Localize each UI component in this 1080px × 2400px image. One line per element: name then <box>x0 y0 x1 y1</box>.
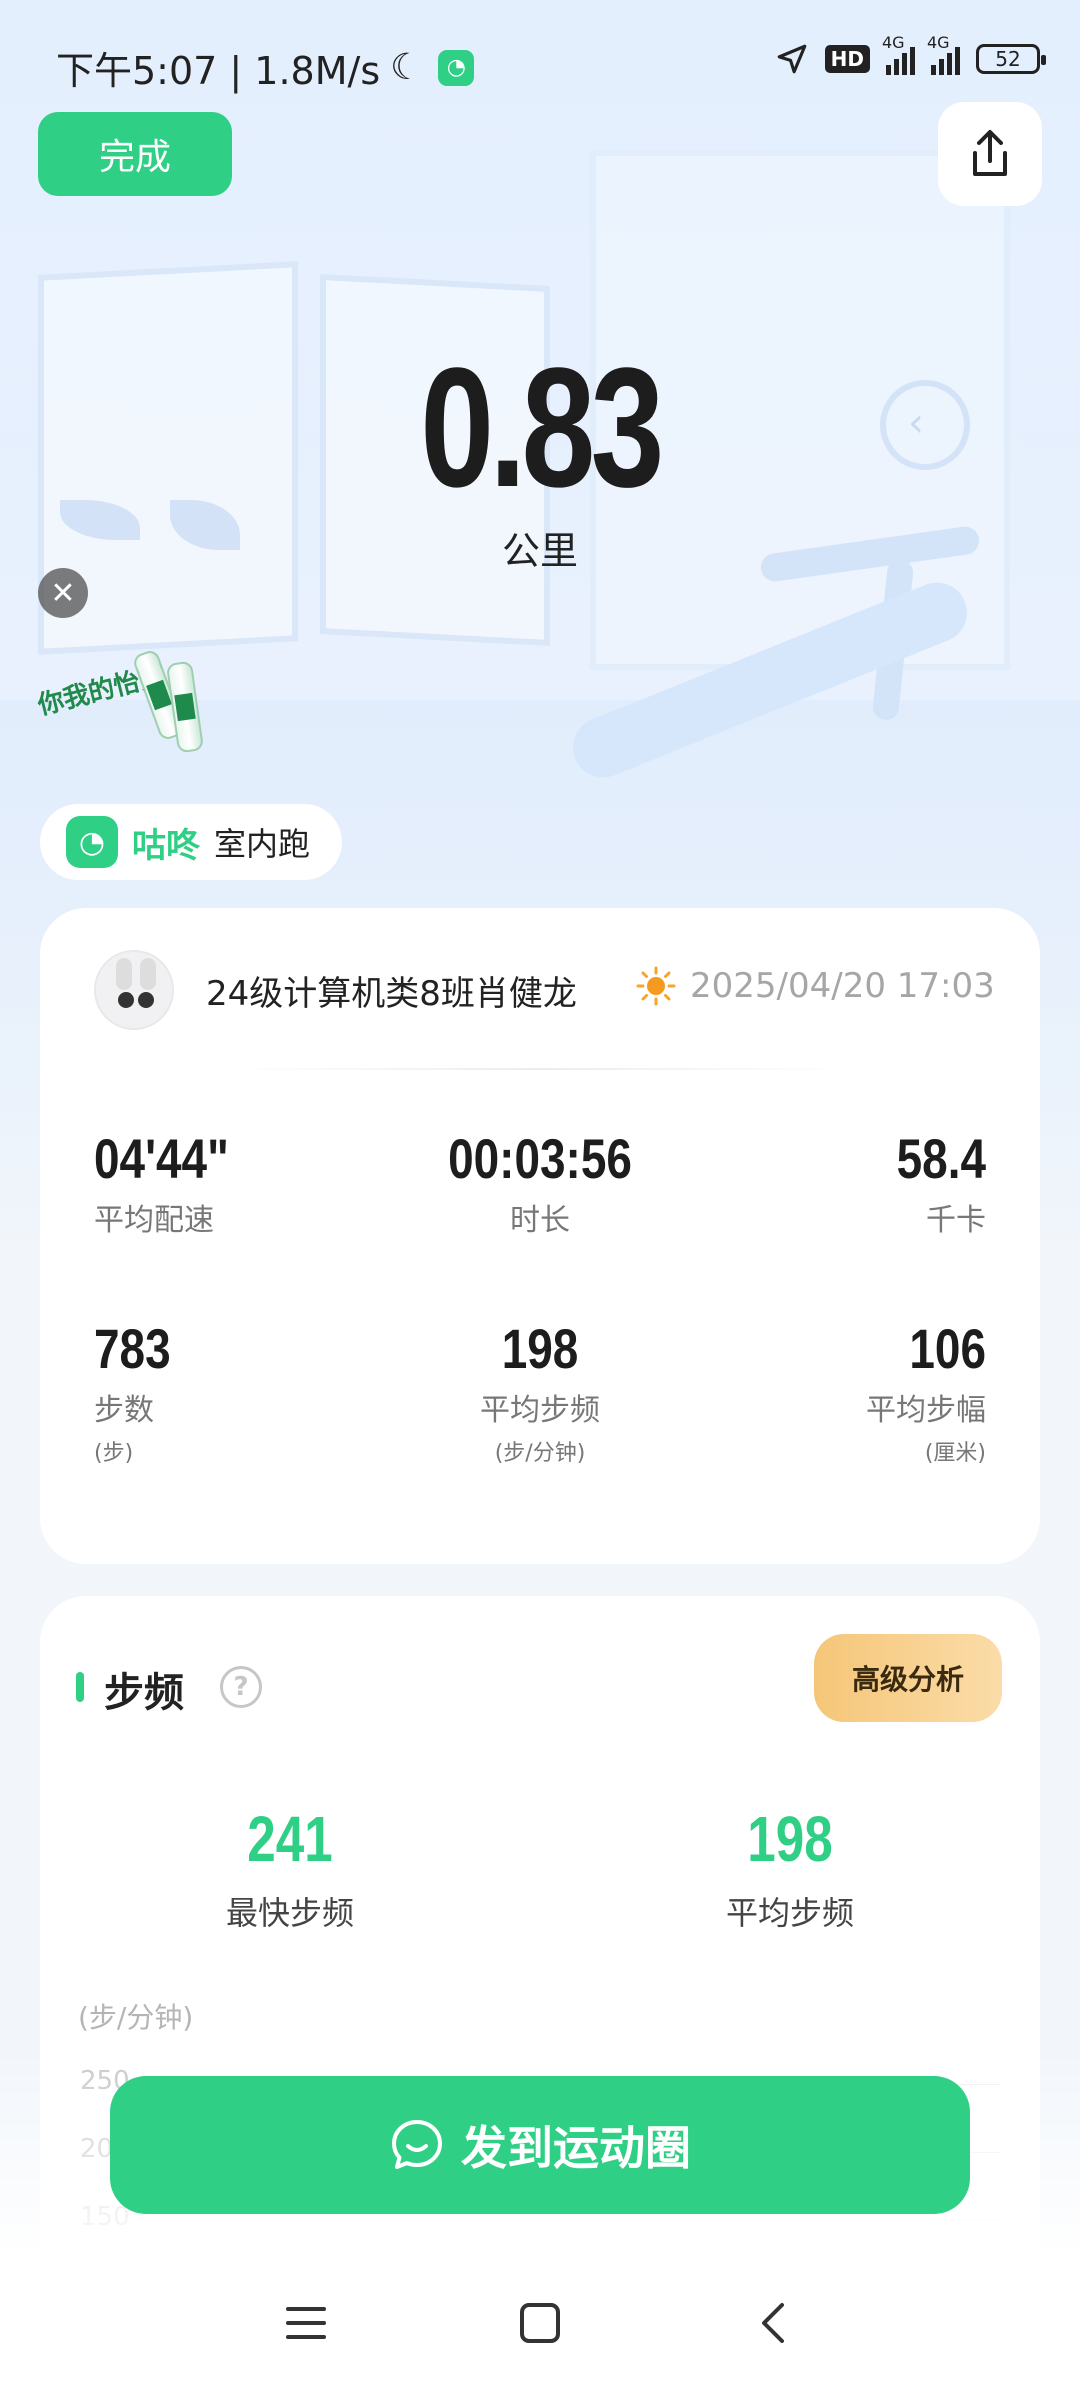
activity-type: 室内跑 <box>214 825 311 863</box>
metric-label: 千卡 <box>926 1203 986 1238</box>
home-square-icon <box>520 2303 560 2343</box>
post-button-label: 发到运动圈 <box>461 2121 691 2175</box>
metric-value: 783 <box>94 1317 171 1380</box>
menu-icon <box>286 2307 326 2339</box>
chat-bubble-icon <box>392 2120 442 2169</box>
recent-apps-button[interactable] <box>266 2288 346 2358</box>
metric-calories: 58.4 千卡 <box>646 1126 986 1239</box>
back-chevron-icon <box>762 2303 784 2343</box>
status-time-speed: 下午5:07 | 1.8M/s <box>56 49 381 93</box>
share-button[interactable] <box>938 102 1042 206</box>
metric-label: 平均步幅 <box>866 1393 986 1428</box>
metric-unit: (厘米) <box>924 1441 986 1466</box>
fastest-cadence-value: 241 <box>247 1803 333 1875</box>
metric-value: 58.4 <box>896 1127 986 1190</box>
battery-icon: 52 <box>976 44 1046 74</box>
share-icon <box>973 130 1007 176</box>
record-datetime: 2025/04/20 17:03 <box>690 966 995 1006</box>
section-title: 步频 <box>104 1670 184 1716</box>
moon-icon: ☾ <box>390 47 423 88</box>
status-right: HD 4G 4G 52 <box>775 33 1046 76</box>
chart-unit-label: (步/分钟) <box>78 2001 194 2034</box>
hd-badge: HD <box>824 45 870 73</box>
metric-value: 04'44" <box>94 1127 229 1190</box>
distance-unit: 公里 <box>501 529 578 573</box>
signal-icon: 4G <box>882 33 915 75</box>
average-cadence-value: 198 <box>747 1803 833 1875</box>
network-type-label: 4G <box>927 33 950 52</box>
home-button[interactable] <box>500 2288 580 2358</box>
help-icon[interactable]: ? <box>220 1666 262 1708</box>
summary-card: 24级计算机类8班肖健龙 2025/04/20 17:03 04'44" 平均配… <box>40 908 1040 1564</box>
location-arrow-icon <box>777 44 806 74</box>
metric-avg-stride: 106 平均步幅 (厘米) <box>646 1316 986 1467</box>
distance-value: 0.83 <box>420 333 664 523</box>
back-button[interactable] <box>734 2288 814 2358</box>
bottle-image <box>165 660 205 754</box>
avatar[interactable] <box>94 950 174 1030</box>
metric-value: 106 <box>909 1317 986 1380</box>
status-bar: 下午5:07 | 1.8M/s ☾ ◔ HD 4G 4G 52 <box>0 28 1080 98</box>
metric-value: 00:03:56 <box>448 1127 632 1190</box>
advanced-analysis-button[interactable]: 高级分析 <box>814 1634 1002 1722</box>
done-button[interactable]: 完成 <box>38 112 232 196</box>
close-icon[interactable]: ✕ <box>38 568 88 618</box>
fastest-cadence: 241 最快步频 <box>140 1802 440 1934</box>
system-navigation-bar <box>0 2248 1080 2400</box>
divider <box>230 1068 850 1070</box>
sun-icon <box>636 966 676 1006</box>
metric-value: 198 <box>501 1317 579 1380</box>
average-cadence: 198 平均步频 <box>640 1802 940 1934</box>
section-accent-bar <box>76 1672 84 1702</box>
network-type-label: 4G <box>882 33 905 52</box>
post-to-feed-button[interactable]: 发到运动圈 <box>110 2076 970 2214</box>
user-name: 24级计算机类8班肖健龙 <box>206 974 577 1014</box>
battery-level: 52 <box>995 47 1021 71</box>
codoon-logo-icon: ◔ <box>66 816 118 868</box>
fastest-cadence-label: 最快步频 <box>225 1894 354 1932</box>
status-left: 下午5:07 | 1.8M/s ☾ ◔ <box>56 40 475 95</box>
source-brand: 咕咚 <box>132 825 200 866</box>
source-pill: ◔ 咕咚 室内跑 <box>40 804 342 880</box>
app-notification-icon: ◔ <box>438 49 475 86</box>
average-cadence-label: 平均步频 <box>725 1894 854 1932</box>
signal-icon: 4G <box>927 33 960 75</box>
ad-banner[interactable]: 你我的怡寶 <box>35 640 206 760</box>
